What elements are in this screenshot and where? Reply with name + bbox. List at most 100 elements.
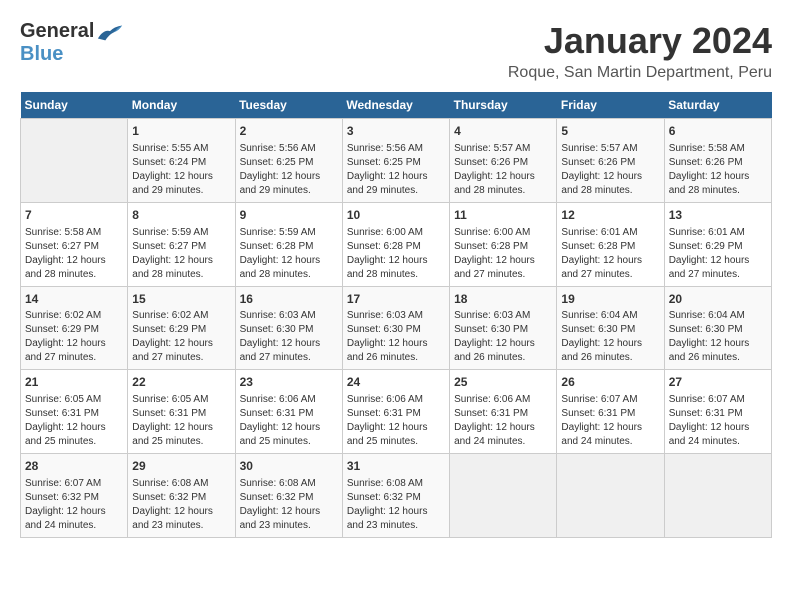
day-number: 4 [454,123,552,140]
day-info: Sunrise: 5:57 AM Sunset: 6:26 PM Dayligh… [561,142,659,198]
day-info: Sunrise: 6:03 AM Sunset: 6:30 PM Dayligh… [240,309,338,365]
day-number: 2 [240,123,338,140]
calendar-cell [664,454,771,538]
calendar-cell: 27 Sunrise: 6:07 AM Sunset: 6:31 PM Dayli… [664,370,771,454]
calendar-cell: 17Sunrise: 6:03 AM Sunset: 6:30 PM Dayli… [342,286,449,370]
day-number: 23 [240,374,338,391]
calendar-cell: 28 Sunrise: 6:07 AM Sunset: 6:32 PM Dayli… [21,454,128,538]
day-info: Sunrise: 6:04 AM Sunset: 6:30 PM Dayligh… [561,309,659,365]
calendar-cell: 10 Sunrise: 6:00 AM Sunset: 6:28 PM Dayli… [342,202,449,286]
day-number: 14 [25,291,123,308]
page-header: General Blue January 2024 Roque, San Mar… [20,20,772,82]
calendar-week-row: 14Sunrise: 6:02 AM Sunset: 6:29 PM Dayli… [21,286,772,370]
day-info: Sunrise: 6:06 AM Sunset: 6:31 PM Dayligh… [347,393,445,449]
day-info: Sunrise: 6:03 AM Sunset: 6:30 PM Dayligh… [454,309,552,365]
calendar-cell: 13 Sunrise: 6:01 AM Sunset: 6:29 PM Dayli… [664,202,771,286]
logo-general-text: General [20,20,94,43]
day-number: 16 [240,291,338,308]
day-info: Sunrise: 6:06 AM Sunset: 6:31 PM Dayligh… [240,393,338,449]
day-number: 31 [347,458,445,475]
day-info: Sunrise: 6:01 AM Sunset: 6:29 PM Dayligh… [669,226,767,282]
day-number: 17 [347,291,445,308]
calendar-cell: 16Sunrise: 6:03 AM Sunset: 6:30 PM Dayli… [235,286,342,370]
calendar-cell: 18Sunrise: 6:03 AM Sunset: 6:30 PM Dayli… [450,286,557,370]
calendar-cell: 8Sunrise: 5:59 AM Sunset: 6:27 PM Daylig… [128,202,235,286]
calendar-cell: 30 Sunrise: 6:08 AM Sunset: 6:32 PM Dayli… [235,454,342,538]
calendar-cell: 29 Sunrise: 6:08 AM Sunset: 6:32 PM Dayli… [128,454,235,538]
day-number: 5 [561,123,659,140]
calendar-week-row: 1 Sunrise: 5:55 AM Sunset: 6:24 PM Daylig… [21,119,772,203]
day-number: 3 [347,123,445,140]
calendar-cell: 26Sunrise: 6:07 AM Sunset: 6:31 PM Dayli… [557,370,664,454]
calendar-cell: 4 Sunrise: 5:57 AM Sunset: 6:26 PM Daylig… [450,119,557,203]
day-info: Sunrise: 6:00 AM Sunset: 6:28 PM Dayligh… [347,226,445,282]
calendar-subtitle: Roque, San Martin Department, Peru [508,64,772,82]
day-info: Sunrise: 6:06 AM Sunset: 6:31 PM Dayligh… [454,393,552,449]
title-section: January 2024 Roque, San Martin Departmen… [508,20,772,82]
day-number: 9 [240,207,338,224]
day-number: 25 [454,374,552,391]
calendar-cell: 14Sunrise: 6:02 AM Sunset: 6:29 PM Dayli… [21,286,128,370]
calendar-cell: 20Sunrise: 6:04 AM Sunset: 6:30 PM Dayli… [664,286,771,370]
day-header-tuesday: Tuesday [235,92,342,119]
calendar-week-row: 7Sunrise: 5:58 AM Sunset: 6:27 PM Daylig… [21,202,772,286]
day-info: Sunrise: 6:05 AM Sunset: 6:31 PM Dayligh… [25,393,123,449]
day-number: 27 [669,374,767,391]
day-number: 10 [347,207,445,224]
day-info: Sunrise: 6:07 AM Sunset: 6:32 PM Dayligh… [25,477,123,533]
day-number: 1 [132,123,230,140]
calendar-cell: 21 Sunrise: 6:05 AM Sunset: 6:31 PM Dayli… [21,370,128,454]
day-info: Sunrise: 6:02 AM Sunset: 6:29 PM Dayligh… [25,309,123,365]
calendar-cell: 11Sunrise: 6:00 AM Sunset: 6:28 PM Dayli… [450,202,557,286]
calendar-week-row: 28 Sunrise: 6:07 AM Sunset: 6:32 PM Dayli… [21,454,772,538]
day-number: 19 [561,291,659,308]
calendar-cell: 15Sunrise: 6:02 AM Sunset: 6:29 PM Dayli… [128,286,235,370]
day-number: 6 [669,123,767,140]
day-info: Sunrise: 6:04 AM Sunset: 6:30 PM Dayligh… [669,309,767,365]
day-info: Sunrise: 6:03 AM Sunset: 6:30 PM Dayligh… [347,309,445,365]
day-info: Sunrise: 6:08 AM Sunset: 6:32 PM Dayligh… [347,477,445,533]
day-info: Sunrise: 5:56 AM Sunset: 6:25 PM Dayligh… [240,142,338,198]
calendar-table: SundayMondayTuesdayWednesdayThursdayFrid… [20,92,772,538]
calendar-cell: 9Sunrise: 5:59 AM Sunset: 6:28 PM Daylig… [235,202,342,286]
calendar-cell: 23 Sunrise: 6:06 AM Sunset: 6:31 PM Dayli… [235,370,342,454]
day-info: Sunrise: 5:56 AM Sunset: 6:25 PM Dayligh… [347,142,445,198]
day-info: Sunrise: 6:02 AM Sunset: 6:29 PM Dayligh… [132,309,230,365]
day-info: Sunrise: 6:00 AM Sunset: 6:28 PM Dayligh… [454,226,552,282]
day-info: Sunrise: 6:08 AM Sunset: 6:32 PM Dayligh… [132,477,230,533]
day-header-wednesday: Wednesday [342,92,449,119]
calendar-cell [557,454,664,538]
calendar-header-row: SundayMondayTuesdayWednesdayThursdayFrid… [21,92,772,119]
day-number: 30 [240,458,338,475]
calendar-cell: 3 Sunrise: 5:56 AM Sunset: 6:25 PM Daylig… [342,119,449,203]
day-info: Sunrise: 5:57 AM Sunset: 6:26 PM Dayligh… [454,142,552,198]
day-number: 12 [561,207,659,224]
calendar-cell: 5 Sunrise: 5:57 AM Sunset: 6:26 PM Daylig… [557,119,664,203]
calendar-cell: 22 Sunrise: 6:05 AM Sunset: 6:31 PM Dayli… [128,370,235,454]
calendar-cell: 19Sunrise: 6:04 AM Sunset: 6:30 PM Dayli… [557,286,664,370]
calendar-cell: 31 Sunrise: 6:08 AM Sunset: 6:32 PM Dayli… [342,454,449,538]
day-info: Sunrise: 5:58 AM Sunset: 6:27 PM Dayligh… [25,226,123,282]
logo-blue-text: Blue [20,43,63,66]
day-number: 13 [669,207,767,224]
day-number: 8 [132,207,230,224]
calendar-cell [450,454,557,538]
calendar-cell [21,119,128,203]
calendar-cell: 7Sunrise: 5:58 AM Sunset: 6:27 PM Daylig… [21,202,128,286]
day-number: 20 [669,291,767,308]
calendar-cell: 2 Sunrise: 5:56 AM Sunset: 6:25 PM Daylig… [235,119,342,203]
day-info: Sunrise: 5:55 AM Sunset: 6:24 PM Dayligh… [132,142,230,198]
logo: General Blue [20,20,124,66]
calendar-cell: 12Sunrise: 6:01 AM Sunset: 6:28 PM Dayli… [557,202,664,286]
day-info: Sunrise: 6:05 AM Sunset: 6:31 PM Dayligh… [132,393,230,449]
day-info: Sunrise: 5:58 AM Sunset: 6:26 PM Dayligh… [669,142,767,198]
day-number: 24 [347,374,445,391]
day-info: Sunrise: 6:07 AM Sunset: 6:31 PM Dayligh… [669,393,767,449]
day-number: 29 [132,458,230,475]
day-number: 15 [132,291,230,308]
day-info: Sunrise: 6:08 AM Sunset: 6:32 PM Dayligh… [240,477,338,533]
day-header-monday: Monday [128,92,235,119]
day-number: 21 [25,374,123,391]
day-number: 22 [132,374,230,391]
day-number: 28 [25,458,123,475]
